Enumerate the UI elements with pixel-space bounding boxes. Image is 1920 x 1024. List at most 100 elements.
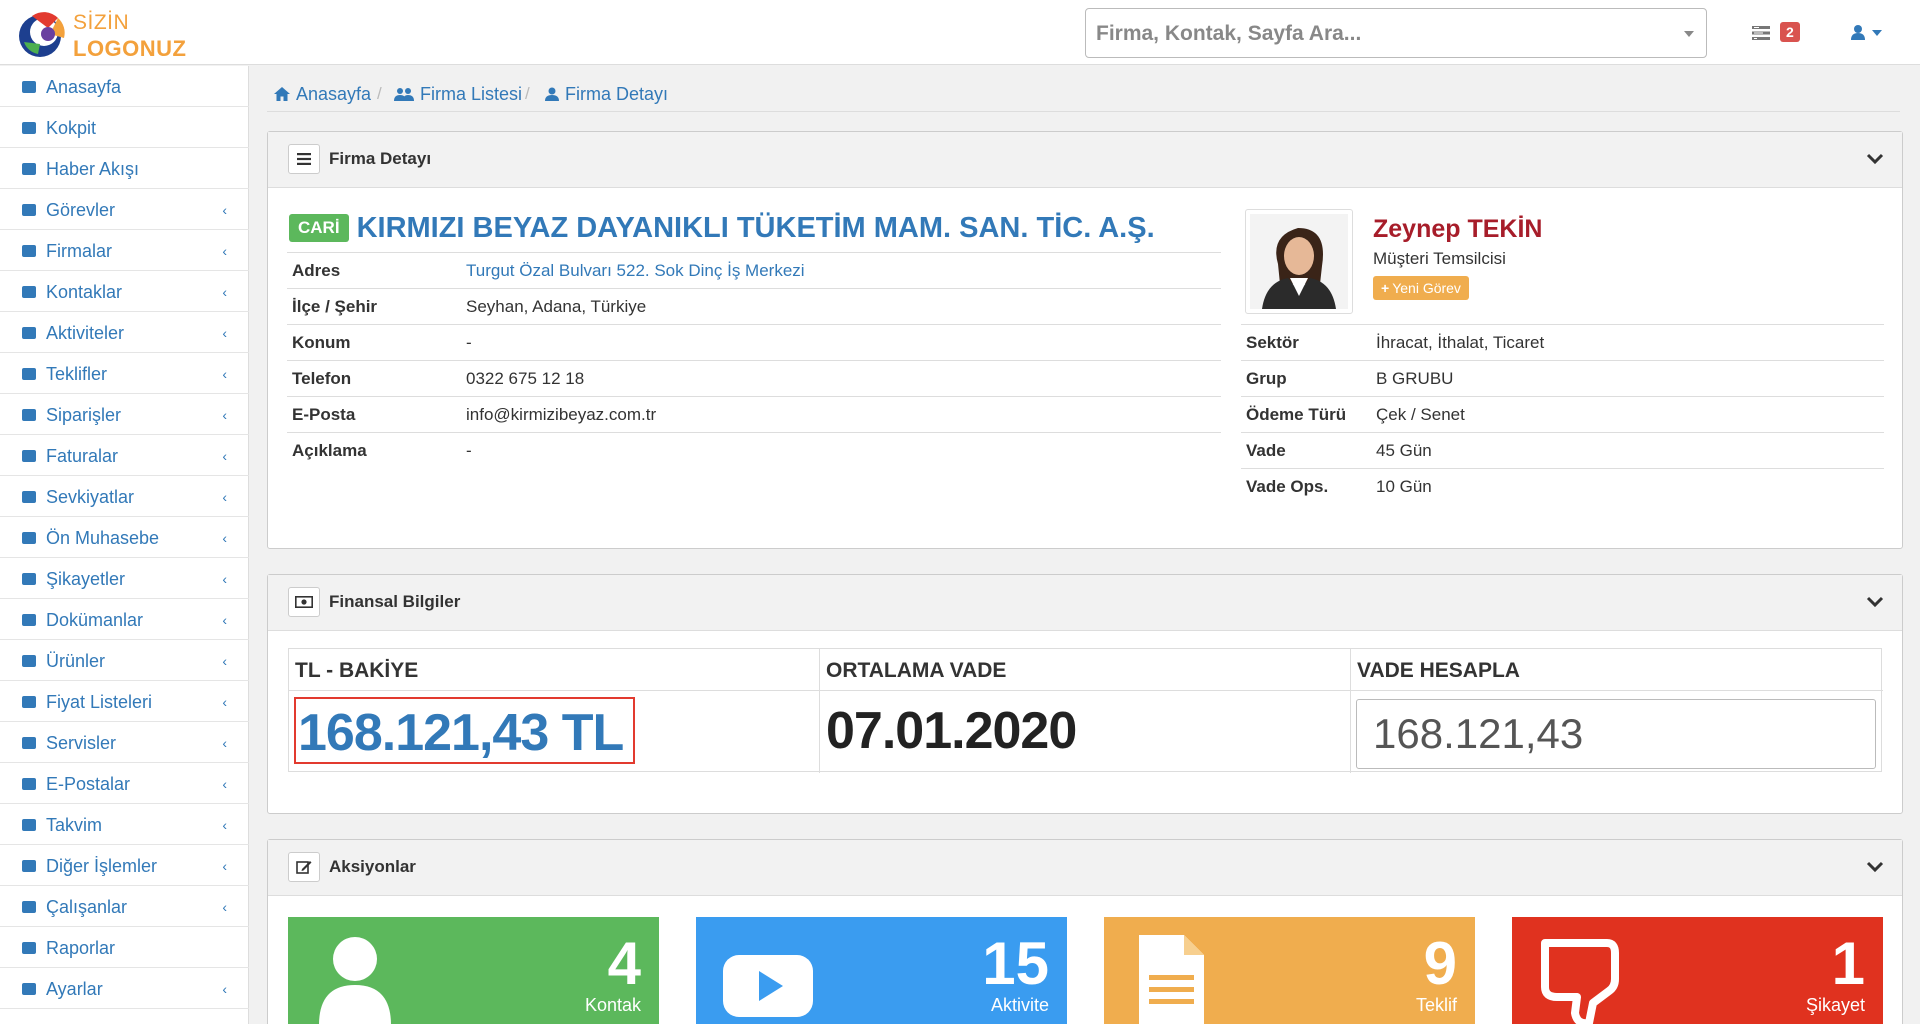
company-name: KIRMIZI BEYAZ DAYANIKLI TÜKETİM MAM. SAN…: [356, 211, 1155, 244]
info-row: Telefon 0322 675 12 18: [287, 360, 1221, 397]
sidebar-item-label: Aktiviteler: [46, 323, 125, 343]
employee-icon: [21, 899, 37, 915]
sidebar-item-label: Anasayfa: [46, 77, 122, 97]
new-task-label: Yeni Görev: [1392, 280, 1461, 296]
company-detail-panel: Firma Detayı CARİ KIRMIZI BEYAZ DAYANIKL…: [267, 131, 1903, 549]
activities-tile[interactable]: 15 Aktivite: [696, 917, 1067, 1024]
chevron-left-icon: ‹: [222, 735, 227, 751]
chevron-left-icon: ‹: [222, 817, 227, 833]
chevron-down-icon[interactable]: [1866, 595, 1884, 609]
chevron-left-icon: ‹: [222, 366, 227, 382]
sidebar-item-label: Ürünler: [46, 651, 106, 671]
sidebar-item-5[interactable]: Kontaklar ‹: [0, 271, 249, 312]
info-row: İlçe / Şehir Seyhan, Adana, Türkiye: [287, 288, 1221, 325]
sidebar-item-3[interactable]: Görevler ‹: [0, 189, 249, 230]
sidebar-item-21[interactable]: Raporlar: [0, 927, 249, 968]
notifications-button[interactable]: 2: [1752, 22, 1802, 44]
sidebar-item-14[interactable]: Ürünler ‹: [0, 640, 249, 681]
list-icon: [21, 448, 37, 464]
notification-count-badge: 2: [1780, 22, 1800, 42]
offers-tile[interactable]: 9 Teklif: [1104, 917, 1475, 1024]
sidebar-item-15[interactable]: Fiyat Listeleri ‹: [0, 681, 249, 722]
info-key: Sektör: [1241, 324, 1371, 361]
activities-count: 15: [982, 930, 1049, 997]
sidebar-item-label: E-Postalar: [46, 774, 131, 794]
sidebar-item-label: Faturalar: [46, 446, 119, 466]
sidebar-item-label: Kokpit: [46, 118, 97, 138]
sidebar-item-16[interactable]: Servisler ‹: [0, 722, 249, 763]
info-key: Adres: [287, 252, 461, 289]
chevron-down-icon[interactable]: [1866, 860, 1884, 874]
sidebar-item-label: Ayarlar: [46, 979, 103, 999]
new-task-button[interactable]: + Yeni Görev: [1373, 276, 1469, 300]
activities-label: Aktivite: [990, 995, 1049, 1015]
tasks-icon: [1752, 26, 1770, 40]
info-row: Sektör İhracat, İthalat, Ticaret: [1241, 324, 1884, 361]
top-bar: SİZİN LOGONUZ Firma, Kontak, Sayfa Ara..…: [0, 0, 1920, 65]
sidebar-item-12[interactable]: Şikayetler ‹: [0, 558, 249, 599]
due-calc-input[interactable]: 168.121,43: [1356, 699, 1876, 769]
sidebar-item-9[interactable]: Faturalar ‹: [0, 435, 249, 476]
sidebar-item-label: Raporlar: [46, 938, 116, 958]
sidebar-item-8[interactable]: Siparişler ‹: [0, 394, 249, 435]
info-value[interactable]: Turgut Özal Bulvarı 522. Sok Dinç İş Mer…: [461, 252, 1221, 289]
sidebar-item-label: Haber Akışı: [46, 159, 140, 179]
list-alt-icon: [21, 407, 37, 423]
user-icon: [545, 87, 559, 101]
user-menu-button[interactable]: [1850, 22, 1885, 44]
sidebar-item-4[interactable]: Firmalar ‹: [0, 230, 249, 271]
sidebar-item-22[interactable]: Ayarlar ‹: [0, 968, 249, 1009]
user-icon: [1851, 25, 1865, 40]
info-row: E-Posta info@kirmizibeyaz.com.tr: [287, 396, 1221, 433]
chevron-left-icon: ‹: [222, 653, 227, 669]
breadcrumb-list[interactable]: Firma Listesi: [394, 84, 522, 105]
chevron-left-icon: ‹: [222, 612, 227, 628]
newspaper-icon: [21, 161, 37, 177]
sidebar-item-18[interactable]: Takvim ‹: [0, 804, 249, 845]
chevron-down-icon: [1684, 31, 1694, 37]
breadcrumb-home[interactable]: Anasayfa: [274, 84, 371, 105]
contacts-label: Kontak: [584, 995, 641, 1015]
calendar-icon: [21, 817, 37, 833]
sidebar-item-11[interactable]: Ön Muhasebe ‹: [0, 517, 249, 558]
sidebar-item-label: Diğer İşlemler: [46, 856, 158, 876]
wrench-icon: [21, 735, 37, 751]
sidebar-item-7[interactable]: Teklifler ‹: [0, 353, 249, 394]
due-calc-label: VADE HESAPLA: [1351, 649, 1883, 691]
sidebar-item-label: Kontaklar: [46, 282, 123, 302]
sidebar-item-20[interactable]: Çalışanlar ‹: [0, 886, 249, 927]
chevron-down-icon[interactable]: [1866, 152, 1884, 166]
logo[interactable]: SİZİN LOGONUZ: [18, 8, 208, 61]
edit-button[interactable]: [288, 852, 320, 882]
breadcrumb-separator: /: [525, 84, 530, 103]
balance-value: 168.121,43 TL: [294, 697, 635, 764]
complaints-tile[interactable]: 1 Şikayet: [1512, 917, 1883, 1024]
contacts-tile[interactable]: 4 Kontak: [288, 917, 659, 1024]
product-icon: [21, 653, 37, 669]
sidebar-item-label: Ön Muhasebe: [46, 528, 160, 548]
finance-panel: Finansal Bilgiler TL - BAKİYE 168.121,43…: [267, 574, 1903, 814]
info-value: 10 Gün: [1371, 468, 1884, 505]
offers-count: 9: [1423, 930, 1457, 997]
breadcrumb-detail[interactable]: Firma Detayı: [545, 84, 668, 105]
sidebar-item-0[interactable]: Anasayfa: [0, 66, 249, 107]
panel-header: Finansal Bilgiler: [268, 575, 1902, 631]
sidebar-item-label: Çalışanlar: [46, 897, 128, 917]
money-button[interactable]: [288, 587, 320, 617]
complaints-label: Şikayet: [1805, 995, 1865, 1015]
breadcrumb: Anasayfa / Firma Listesi / Firma Detayı: [267, 84, 1900, 112]
chevron-left-icon: ‹: [222, 858, 227, 874]
menu-button[interactable]: [288, 144, 320, 174]
sidebar-item-13[interactable]: Dokümanlar ‹: [0, 599, 249, 640]
sidebar-item-2[interactable]: Haber Akışı: [0, 148, 249, 189]
sidebar-item-10[interactable]: Sevkiyatlar ‹: [0, 476, 249, 517]
thumbs-down-icon: [21, 571, 37, 587]
sidebar-item-1[interactable]: Kokpit: [0, 107, 249, 148]
info-value: 0322 675 12 18: [461, 360, 1221, 397]
sidebar-item-17[interactable]: E-Postalar ‹: [0, 763, 249, 804]
sidebar-item-19[interactable]: Diğer İşlemler ‹: [0, 845, 249, 886]
chevron-left-icon: ‹: [222, 325, 227, 341]
search-select[interactable]: Firma, Kontak, Sayfa Ara...: [1085, 8, 1707, 58]
sidebar-item-6[interactable]: Aktiviteler ‹: [0, 312, 249, 353]
search-placeholder: Firma, Kontak, Sayfa Ara...: [1096, 22, 1362, 45]
